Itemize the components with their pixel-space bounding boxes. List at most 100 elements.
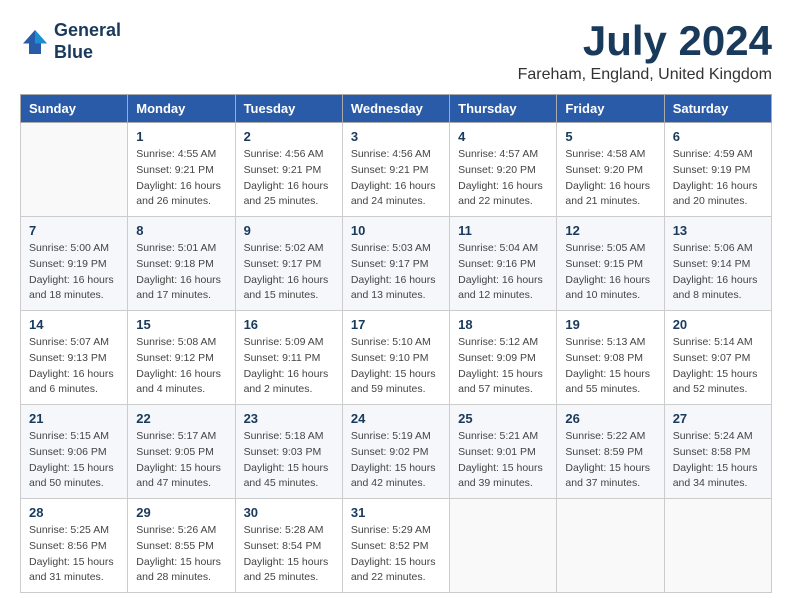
day-number: 25 [458,411,548,426]
calendar-cell: 2 Sunrise: 4:56 AMSunset: 9:21 PMDaylight… [235,123,342,217]
calendar-cell: 29Sunrise: 5:26 AMSunset: 8:55 PMDayligh… [128,499,235,593]
day-info: Sunrise: 5:12 AMSunset: 9:09 PMDaylight:… [458,335,548,398]
calendar-cell: 20Sunrise: 5:14 AMSunset: 9:07 PMDayligh… [664,311,771,405]
calendar-cell: 21 Sunrise: 5:15 AMSunset: 9:06 PMDayligh… [21,405,128,499]
day-info: Sunrise: 5:07 AMSunset: 9:13 PMDaylight:… [29,335,119,398]
day-number: 3 [351,129,441,144]
calendar-cell: 15 Sunrise: 5:08 AMSunset: 9:12 PMDayligh… [128,311,235,405]
month-title: July 2024 [518,20,772,62]
day-number: 15 [136,317,226,332]
day-info: Sunrise: 5:06 AMSunset: 9:14 PMDaylight:… [673,241,763,304]
day-number: 19 [565,317,655,332]
day-info: Sunrise: 5:04 AMSunset: 9:16 PMDaylight:… [458,241,548,304]
title-block: July 2024 Fareham, England, United Kingd… [518,20,772,84]
day-number: 2 [244,129,334,144]
day-info: Sunrise: 5:05 AMSunset: 9:15 PMDaylight:… [565,241,655,304]
calendar-week-2: 7 Sunrise: 5:00 AMSunset: 9:19 PMDaylight… [21,217,772,311]
day-info: Sunrise: 5:14 AMSunset: 9:07 PMDaylight:… [673,335,763,398]
day-number: 23 [244,411,334,426]
calendar-cell: 13Sunrise: 5:06 AMSunset: 9:14 PMDayligh… [664,217,771,311]
day-info: Sunrise: 5:08 AMSunset: 9:12 PMDaylight:… [136,335,226,398]
day-number: 11 [458,223,548,238]
logo-text: General Blue [54,20,121,63]
calendar-cell: 1 Sunrise: 4:55 AMSunset: 9:21 PMDaylight… [128,123,235,217]
day-info: Sunrise: 5:09 AMSunset: 9:11 PMDaylight:… [244,335,334,398]
calendar-cell: 17 Sunrise: 5:10 AMSunset: 9:10 PMDayligh… [342,311,449,405]
calendar-week-3: 14Sunrise: 5:07 AMSunset: 9:13 PMDayligh… [21,311,772,405]
day-number: 8 [136,223,226,238]
day-info: Sunrise: 5:10 AMSunset: 9:10 PMDaylight:… [351,335,441,398]
day-number: 17 [351,317,441,332]
weekday-header-sunday: Sunday [21,95,128,123]
calendar-cell: 28 Sunrise: 5:25 AMSunset: 8:56 PMDayligh… [21,499,128,593]
calendar-cell: 18 Sunrise: 5:12 AMSunset: 9:09 PMDayligh… [450,311,557,405]
calendar-cell: 10 Sunrise: 5:03 AMSunset: 9:17 PMDayligh… [342,217,449,311]
calendar-cell: 16 Sunrise: 5:09 AMSunset: 9:11 PMDayligh… [235,311,342,405]
calendar-cell: 30 Sunrise: 5:28 AMSunset: 8:54 PMDayligh… [235,499,342,593]
day-info: Sunrise: 5:28 AMSunset: 8:54 PMDaylight:… [244,523,334,586]
day-info: Sunrise: 5:13 AMSunset: 9:08 PMDaylight:… [565,335,655,398]
calendar-cell: 4Sunrise: 4:57 AMSunset: 9:20 PMDaylight… [450,123,557,217]
day-info: Sunrise: 5:15 AMSunset: 9:06 PMDaylight:… [29,429,119,492]
calendar-cell: 8 Sunrise: 5:01 AMSunset: 9:18 PMDaylight… [128,217,235,311]
day-number: 31 [351,505,441,520]
day-info: Sunrise: 5:29 AMSunset: 8:52 PMDaylight:… [351,523,441,586]
calendar-cell: 7 Sunrise: 5:00 AMSunset: 9:19 PMDaylight… [21,217,128,311]
day-number: 21 [29,411,119,426]
day-info: Sunrise: 5:17 AMSunset: 9:05 PMDaylight:… [136,429,226,492]
day-number: 5 [565,129,655,144]
day-info: Sunrise: 5:21 AMSunset: 9:01 PMDaylight:… [458,429,548,492]
day-number: 27 [673,411,763,426]
day-number: 30 [244,505,334,520]
calendar-cell: 27Sunrise: 5:24 AMSunset: 8:58 PMDayligh… [664,405,771,499]
calendar-table: SundayMondayTuesdayWednesdayThursdayFrid… [20,94,772,593]
weekday-header-monday: Monday [128,95,235,123]
calendar-cell: 31 Sunrise: 5:29 AMSunset: 8:52 PMDayligh… [342,499,449,593]
calendar-week-4: 21 Sunrise: 5:15 AMSunset: 9:06 PMDayligh… [21,405,772,499]
day-number: 16 [244,317,334,332]
day-number: 7 [29,223,119,238]
calendar-cell [664,499,771,593]
day-number: 1 [136,129,226,144]
calendar-cell: 25 Sunrise: 5:21 AMSunset: 9:01 PMDayligh… [450,405,557,499]
day-number: 22 [136,411,226,426]
logo: General Blue [20,20,121,63]
calendar-cell [557,499,664,593]
calendar-cell [450,499,557,593]
day-info: Sunrise: 4:55 AMSunset: 9:21 PMDaylight:… [136,147,226,210]
calendar-cell: 24Sunrise: 5:19 AMSunset: 9:02 PMDayligh… [342,405,449,499]
calendar-cell: 5Sunrise: 4:58 AMSunset: 9:20 PMDaylight… [557,123,664,217]
day-number: 9 [244,223,334,238]
calendar-cell: 14Sunrise: 5:07 AMSunset: 9:13 PMDayligh… [21,311,128,405]
day-number: 10 [351,223,441,238]
calendar-cell: 6 Sunrise: 4:59 AMSunset: 9:19 PMDaylight… [664,123,771,217]
day-number: 6 [673,129,763,144]
day-info: Sunrise: 5:01 AMSunset: 9:18 PMDaylight:… [136,241,226,304]
day-info: Sunrise: 5:26 AMSunset: 8:55 PMDaylight:… [136,523,226,586]
day-info: Sunrise: 4:56 AMSunset: 9:21 PMDaylight:… [351,147,441,210]
weekday-header-wednesday: Wednesday [342,95,449,123]
day-info: Sunrise: 4:59 AMSunset: 9:19 PMDaylight:… [673,147,763,210]
calendar-cell: 9 Sunrise: 5:02 AMSunset: 9:17 PMDaylight… [235,217,342,311]
weekday-header-saturday: Saturday [664,95,771,123]
calendar-cell [21,123,128,217]
day-info: Sunrise: 5:18 AMSunset: 9:03 PMDaylight:… [244,429,334,492]
weekday-header-friday: Friday [557,95,664,123]
location: Fareham, England, United Kingdom [518,66,772,84]
page-header: General Blue July 2024 Fareham, England,… [20,20,772,84]
weekday-header-thursday: Thursday [450,95,557,123]
day-number: 28 [29,505,119,520]
day-info: Sunrise: 5:03 AMSunset: 9:17 PMDaylight:… [351,241,441,304]
weekday-header-row: SundayMondayTuesdayWednesdayThursdayFrid… [21,95,772,123]
weekday-header-tuesday: Tuesday [235,95,342,123]
day-number: 12 [565,223,655,238]
day-info: Sunrise: 5:19 AMSunset: 9:02 PMDaylight:… [351,429,441,492]
day-info: Sunrise: 4:56 AMSunset: 9:21 PMDaylight:… [244,147,334,210]
calendar-cell: 19 Sunrise: 5:13 AMSunset: 9:08 PMDayligh… [557,311,664,405]
calendar-week-5: 28 Sunrise: 5:25 AMSunset: 8:56 PMDayligh… [21,499,772,593]
day-number: 26 [565,411,655,426]
day-info: Sunrise: 5:00 AMSunset: 9:19 PMDaylight:… [29,241,119,304]
day-number: 18 [458,317,548,332]
day-info: Sunrise: 5:25 AMSunset: 8:56 PMDaylight:… [29,523,119,586]
day-info: Sunrise: 5:02 AMSunset: 9:17 PMDaylight:… [244,241,334,304]
